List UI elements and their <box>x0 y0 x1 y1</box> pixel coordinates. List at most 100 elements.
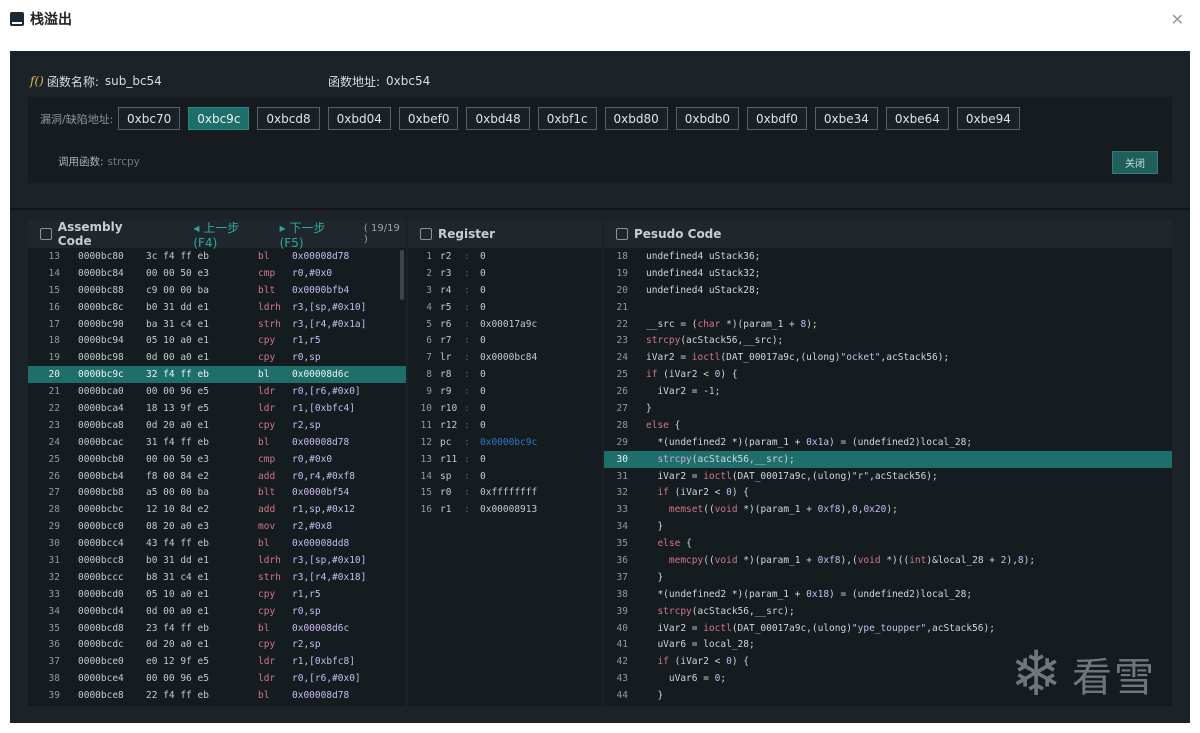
pseudo-row[interactable]: 38 *(undefined2 *)(param_1 + 0x18) = (un… <box>604 586 1172 603</box>
vuln-address-button[interactable]: 0xbd04 <box>327 107 391 130</box>
asm-row[interactable]: 17 0000bc90 ba 31 c4 e1 strh r3,[r4,#0x1a] <box>28 316 406 333</box>
vuln-address-button[interactable]: 0xbd48 <box>466 107 530 130</box>
asm-row[interactable]: 30 0000bcc4 43 f4 ff eb bl 0x00008dd8 <box>28 535 406 552</box>
register-value: 0xffffffff <box>480 487 538 499</box>
asm-bytes: 23 f4 ff eb <box>146 622 209 634</box>
asm-operands: 0x00008d78 <box>292 690 350 702</box>
asm-row[interactable]: 33 0000bcd0 05 10 a0 e1 cpy r1,r5 <box>28 586 406 603</box>
assembly-scrollbar[interactable] <box>400 250 404 300</box>
line-number: 25 <box>48 453 60 465</box>
pseudo-row[interactable]: 18 undefined4 uStack36; <box>604 248 1172 265</box>
pseudo-row[interactable]: 26 iVar2 = -1; <box>604 383 1172 400</box>
pseudo-code-text: else { <box>657 538 692 550</box>
pseudo-row[interactable]: 39 strcpy(acStack56,__src); <box>604 603 1172 620</box>
pseudo-row[interactable]: 21 <box>604 299 1172 316</box>
asm-row[interactable]: 15 0000bc88 c9 00 00 ba blt 0x0000bfb4 <box>28 282 406 299</box>
asm-row[interactable]: 24 0000bcac 31 f4 ff eb bl 0x00008d78 <box>28 434 406 451</box>
pseudo-row[interactable]: 25 if (iVar2 < 0) { <box>604 366 1172 383</box>
asm-row[interactable]: 36 0000bcdc 0d 20 a0 e1 cpy r2,sp <box>28 636 406 653</box>
pseudo-row[interactable]: 23 strcpy(acStack56,__src); <box>604 332 1172 349</box>
pseudo-row[interactable]: 33 memset((void *)(param_1 + 0xf8),0,0x2… <box>604 501 1172 518</box>
asm-row[interactable]: 39 0000bce8 22 f4 ff eb bl 0x00008d78 <box>28 687 406 704</box>
vuln-address-button[interactable]: 0xbdb0 <box>675 107 740 130</box>
asm-row[interactable]: 27 0000bcb8 a5 00 00 ba blt 0x0000bf54 <box>28 484 406 501</box>
asm-row[interactable]: 35 0000bcd8 23 f4 ff eb bl 0x00008d6c <box>28 620 406 637</box>
vuln-address-button[interactable]: 0xbcd8 <box>257 107 320 130</box>
line-number: 27 <box>48 487 60 499</box>
asm-row[interactable]: 20 0000bc9c 32 f4 ff eb bl 0x00008d6c <box>28 366 406 384</box>
vuln-address-button[interactable]: 0xbef0 <box>398 107 459 130</box>
pseudo-row[interactable]: 34 } <box>604 518 1172 535</box>
pseudo-code-list[interactable]: 18 undefined4 uStack36; 19 undefined4 uStac… <box>604 248 1172 706</box>
close-button[interactable]: 关闭 <box>1112 151 1158 174</box>
asm-address: 0000bcc8 <box>78 554 124 566</box>
register-separator: : <box>464 487 470 499</box>
pseudo-row[interactable]: 35 else { <box>604 535 1172 552</box>
prev-step-button[interactable]: ◂ 上一步(F4) <box>193 219 261 250</box>
asm-row[interactable]: 37 0000bce0 e0 12 9f e5 ldr r1,[0xbfc8] <box>28 653 406 670</box>
line-number: 21 <box>616 301 628 313</box>
line-number: 37 <box>48 656 60 668</box>
pseudo-row[interactable]: 37 } <box>604 569 1172 586</box>
asm-operands: r1,sp,#0x12 <box>292 504 355 516</box>
asm-row[interactable]: 28 0000bcbc 12 10 8d e2 add r1,sp,#0x12 <box>28 501 406 518</box>
vuln-address-button[interactable]: 0xbc70 <box>118 107 181 130</box>
pseudo-row[interactable]: 24 iVar2 = ioctl(DAT_00017a9c,(ulong)"ock… <box>604 349 1172 366</box>
pseudo-row[interactable]: 19 undefined4 uStack32; <box>604 265 1172 282</box>
asm-row[interactable]: 25 0000bcb0 00 00 50 e3 cmp r0,#0x0 <box>28 451 406 468</box>
pseudo-row[interactable]: 27} <box>604 400 1172 417</box>
asm-row[interactable]: 22 0000bca4 18 13 9f e5 ldr r1,[0xbfc4] <box>28 400 406 417</box>
register-value: 0 <box>480 335 486 347</box>
register-value: 0x0000bc84 <box>480 352 538 364</box>
pseudo-code-text: strcpy(acStack56,__src); <box>657 453 795 465</box>
asm-row[interactable]: 13 0000bc80 3c f4 ff eb bl 0x00008d78 <box>28 248 406 265</box>
pseudo-row[interactable]: 32 if (iVar2 < 0) { <box>604 484 1172 501</box>
pseudo-code-text: if (iVar2 < 0) { <box>657 487 750 499</box>
close-icon[interactable]: ✕ <box>1171 10 1184 29</box>
vuln-address-button[interactable]: 0xbe34 <box>814 107 878 130</box>
line-number: 31 <box>48 554 60 566</box>
vuln-address-button[interactable]: 0xbe64 <box>885 107 949 130</box>
asm-bytes: 32 f4 ff eb <box>146 369 209 381</box>
asm-row[interactable]: 31 0000bcc8 b0 31 dd e1 ldrh r3,[sp,#0x10] <box>28 552 406 569</box>
asm-operands: 0x00008dd8 <box>292 538 350 550</box>
pseudo-row[interactable]: 31 iVar2 = ioctl(DAT_00017a9c,(ulong)"r"… <box>604 468 1172 485</box>
asm-row[interactable]: 32 0000bccc b8 31 c4 e1 strh r3,[r4,#0x18] <box>28 569 406 586</box>
line-number: 21 <box>48 386 60 398</box>
asm-row[interactable]: 18 0000bc94 05 10 a0 e1 cpy r1,r5 <box>28 332 406 349</box>
pseudo-row[interactable]: 28 else { <box>604 417 1172 434</box>
asm-row[interactable]: 23 0000bca8 0d 20 a0 e1 cpy r2,sp <box>28 417 406 434</box>
assembly-code-list[interactable]: 13 0000bc80 3c f4 ff eb bl 0x00008d78 14 0000b… <box>28 248 406 706</box>
vuln-address-button[interactable]: 0xbf1c <box>537 107 597 130</box>
asm-row[interactable]: 26 0000bcb4 f8 00 84 e2 add r0,r4,#0xf8 <box>28 468 406 485</box>
asm-row[interactable]: 19 0000bc98 0d 00 a0 e1 cpy r0,sp <box>28 349 406 366</box>
line-number: 13 <box>420 453 432 465</box>
asm-row[interactable]: 16 0000bc8c b0 31 dd e1 ldrh r3,[sp,#0x10] <box>28 299 406 316</box>
pseudo-row[interactable]: 40 iVar2 = ioctl(DAT_00017a9c,(ulong)"yp… <box>604 620 1172 637</box>
pseudo-row[interactable]: 36 memcpy((void *)(param_1 + 0xf8),(void… <box>604 552 1172 569</box>
line-number: 34 <box>48 605 60 617</box>
vuln-address-button[interactable]: 0xbe94 <box>956 107 1020 130</box>
asm-row[interactable]: 34 0000bcd4 0d 00 a0 e1 cpy r0,sp <box>28 603 406 620</box>
pseudo-row[interactable]: 29 *(undefined2 *)(param_1 + 0x1a) = (un… <box>604 434 1172 451</box>
pseudo-row[interactable]: 20 undefined4 uStack28; <box>604 282 1172 299</box>
vuln-address-button[interactable]: 0xbd80 <box>604 107 668 130</box>
asm-row[interactable]: 14 0000bc84 00 00 50 e3 cmp r0,#0x0 <box>28 265 406 282</box>
vuln-address-button[interactable]: 0xbc9c <box>188 107 250 130</box>
asm-row[interactable]: 38 0000bce4 00 00 96 e5 ldr r0,[r6,#0x0] <box>28 670 406 687</box>
next-step-button[interactable]: ▸ 下一步(F5) <box>280 219 348 250</box>
line-number: 26 <box>616 386 628 398</box>
register-row: 9 r9:0 <box>408 383 602 400</box>
pseudo-code-text: undefined4 uStack28; <box>646 284 761 296</box>
asm-bytes: 08 20 a0 e3 <box>146 521 209 533</box>
line-number: 15 <box>48 284 60 296</box>
pseudo-row[interactable]: 22 __src = (char *)(param_1 + 8); <box>604 316 1172 333</box>
asm-address: 0000bce4 <box>78 673 124 685</box>
asm-row[interactable]: 21 0000bca0 00 00 96 e5 ldr r0,[r6,#0x0] <box>28 383 406 400</box>
asm-row[interactable]: 29 0000bcc0 08 20 a0 e3 mov r2,#0x8 <box>28 518 406 535</box>
pseudo-row[interactable]: 30 strcpy(acStack56,__src); <box>604 450 1172 468</box>
register-value: 0 <box>480 284 486 296</box>
vuln-address-button[interactable]: 0xbdf0 <box>747 107 807 130</box>
asm-bytes: e0 12 9f e5 <box>146 656 209 668</box>
asm-operands: r1,[0xbfc4] <box>292 402 355 414</box>
